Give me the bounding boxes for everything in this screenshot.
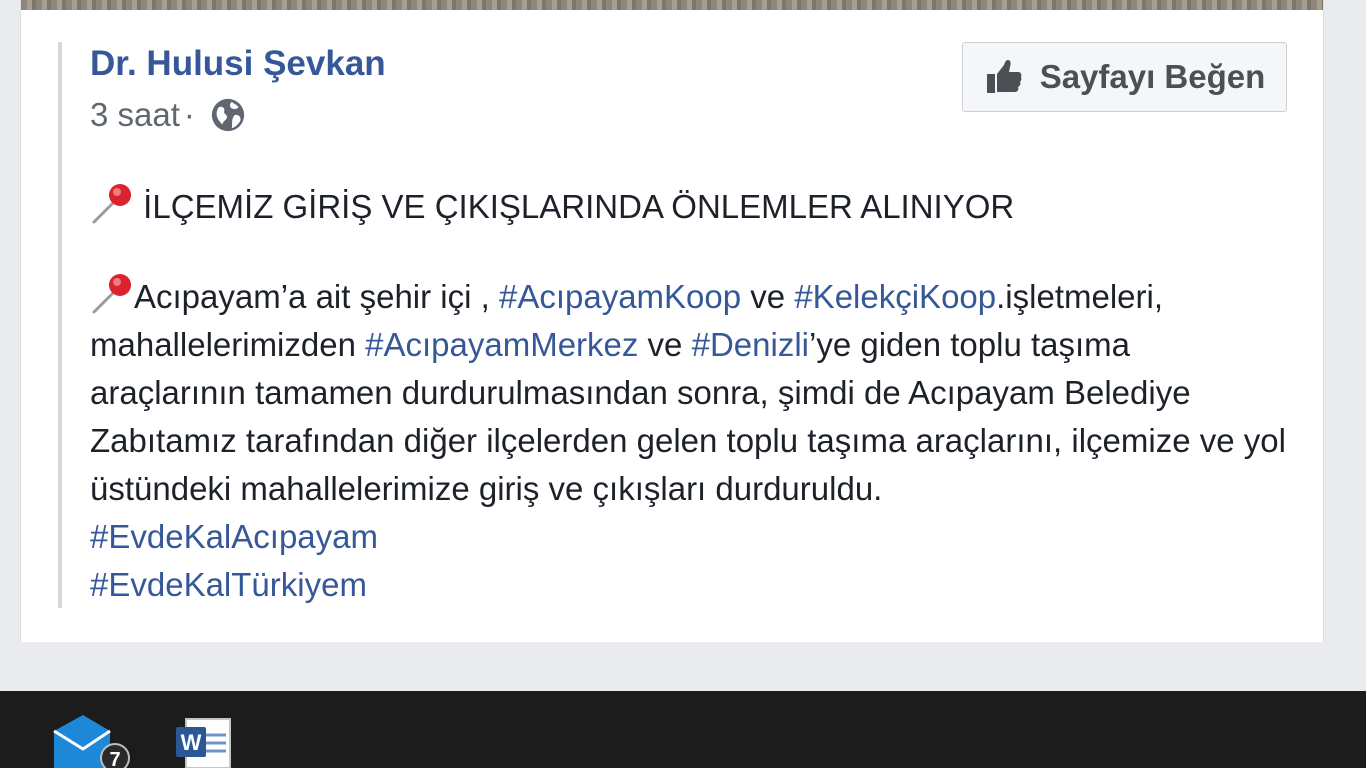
thumbs-up-icon [986,60,1022,93]
body-text: ve [741,278,795,315]
body-line-3: araçlarının tamamen durdurulmasından son… [90,374,1191,411]
hashtag-kelekcikoop[interactable]: #KelekçiKoop [794,278,996,315]
body-line-5: üstündeki mahallelerimize giriş ve çıkış… [90,470,883,507]
author-name[interactable]: Dr. Hulusi Şevkan [90,44,386,84]
post-meta: 3 saat · [90,94,247,136]
body-text: mahallelerimizden [90,326,366,363]
body-text: Acıpayam’a ait şehir içi , [134,278,499,315]
quote-bar [58,42,62,608]
post-image-bottom-edge[interactable] [21,0,1323,10]
post-headline: İLÇEMİZ GİRİŞ VE ÇIKIŞLARINDA ÖNLEMLER A… [134,188,1015,225]
pushpin-icon [92,274,131,314]
body-line-2: mahallelerimizden #AcıpayamMerkez ve #De… [90,321,1300,369]
hashtag-evdekalacipayam[interactable]: #EvdeKalAcıpayam [90,513,1300,561]
mail-badge-count: 7 [109,749,120,768]
post-card: Dr. Hulusi Şevkan 3 saat · Sayfayı Beğen… [20,0,1324,642]
post-body: Acıpayam’a ait şehir içi , #AcıpayamKoop… [90,270,1300,609]
like-page-button[interactable]: Sayfayı Beğen [962,42,1287,112]
globe-icon[interactable] [209,96,247,134]
word-glyph: W [181,730,202,755]
word-icon[interactable]: W [172,713,234,768]
post-headline-line: İLÇEMİZ GİRİŞ VE ÇIKIŞLARINDA ÖNLEMLER A… [90,180,1290,231]
body-line-4: Zabıtamız tarafından diğer ilçelerden ge… [90,422,1286,459]
hashtag-acipayamkoop[interactable]: #AcıpayamKoop [499,278,741,315]
body-text: ve [638,326,692,363]
meta-separator: · [183,96,195,133]
hashtag-denizli[interactable]: #Denizli [692,326,809,363]
mail-icon[interactable]: 7 [50,713,140,768]
post-time[interactable]: 3 saat [90,96,180,134]
hashtag-evdekalturkiyem[interactable]: #EvdeKalTürkiyem [90,561,1300,609]
windows-taskbar: 7 W [0,691,1366,768]
body-text: ’ye giden toplu taşıma [808,326,1131,363]
like-page-label: Sayfayı Beğen [1039,58,1266,95]
hashtag-acipayammerkez[interactable]: #AcıpayamMerkez [365,326,638,363]
body-text: .işletmeleri, [996,278,1164,315]
pushpin-icon [92,184,131,224]
body-line-1: Acıpayam’a ait şehir içi , #AcıpayamKoop… [90,270,1300,321]
